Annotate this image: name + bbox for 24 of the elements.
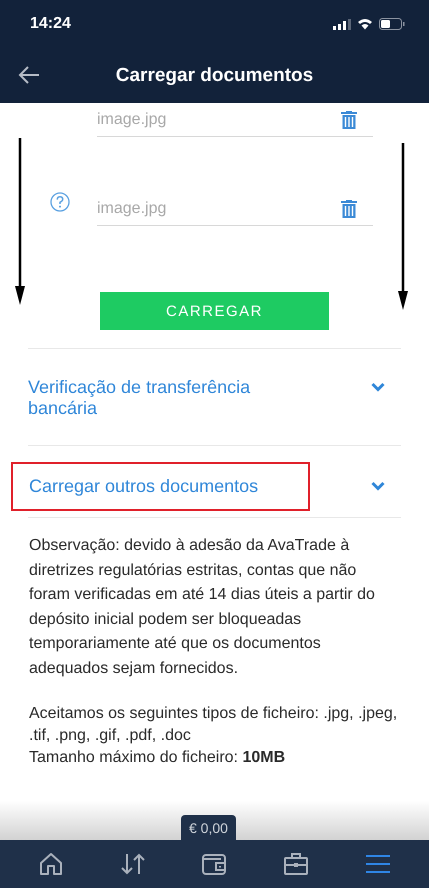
max-size-text: Tamanho máximo do ficheiro: 10MB (29, 748, 286, 768)
wifi-icon (357, 18, 373, 30)
help-icon[interactable] (50, 192, 70, 212)
section-title[interactable]: Verificação de transferência bancária (28, 377, 308, 419)
briefcase-icon[interactable] (283, 851, 310, 877)
status-time: 14:24 (30, 15, 71, 33)
section-title[interactable]: Carregar outros documentos (13, 464, 308, 509)
home-icon[interactable] (38, 851, 64, 877)
balance-tab[interactable]: € 0,00 (181, 815, 236, 840)
page-title: Carregar documentos (116, 64, 314, 86)
wallet-icon[interactable] (201, 851, 228, 877)
trash-icon[interactable] (341, 200, 357, 218)
upload-button[interactable]: CARREGAR (100, 292, 329, 330)
chevron-down-icon[interactable] (371, 382, 385, 392)
back-arrow-icon[interactable] (18, 66, 40, 84)
note-text: Observação: devido à adesão da AvaTrade à diretrizes regulatórias estritas, contas que não foram verificadas em até 14 dias úteis a partir do depósito inicial podem ser bloqueadas temporariamente até que os documentos adequados sejam fornecidos. (29, 536, 376, 678)
battery-icon (379, 18, 405, 30)
file-types-text: Aceitamos os seguintes tipos de ficheiro: .jpg, .jpeg, .tif, .png, .gif, .pdf, .doc (29, 704, 398, 746)
arrows-icon[interactable] (120, 851, 146, 877)
file-field[interactable]: image.jpg (97, 192, 373, 226)
signal-icon (333, 18, 351, 30)
chevron-down-icon[interactable] (371, 481, 385, 491)
trash-icon[interactable] (341, 110, 357, 128)
file-field[interactable]: image.jpg (97, 103, 373, 137)
